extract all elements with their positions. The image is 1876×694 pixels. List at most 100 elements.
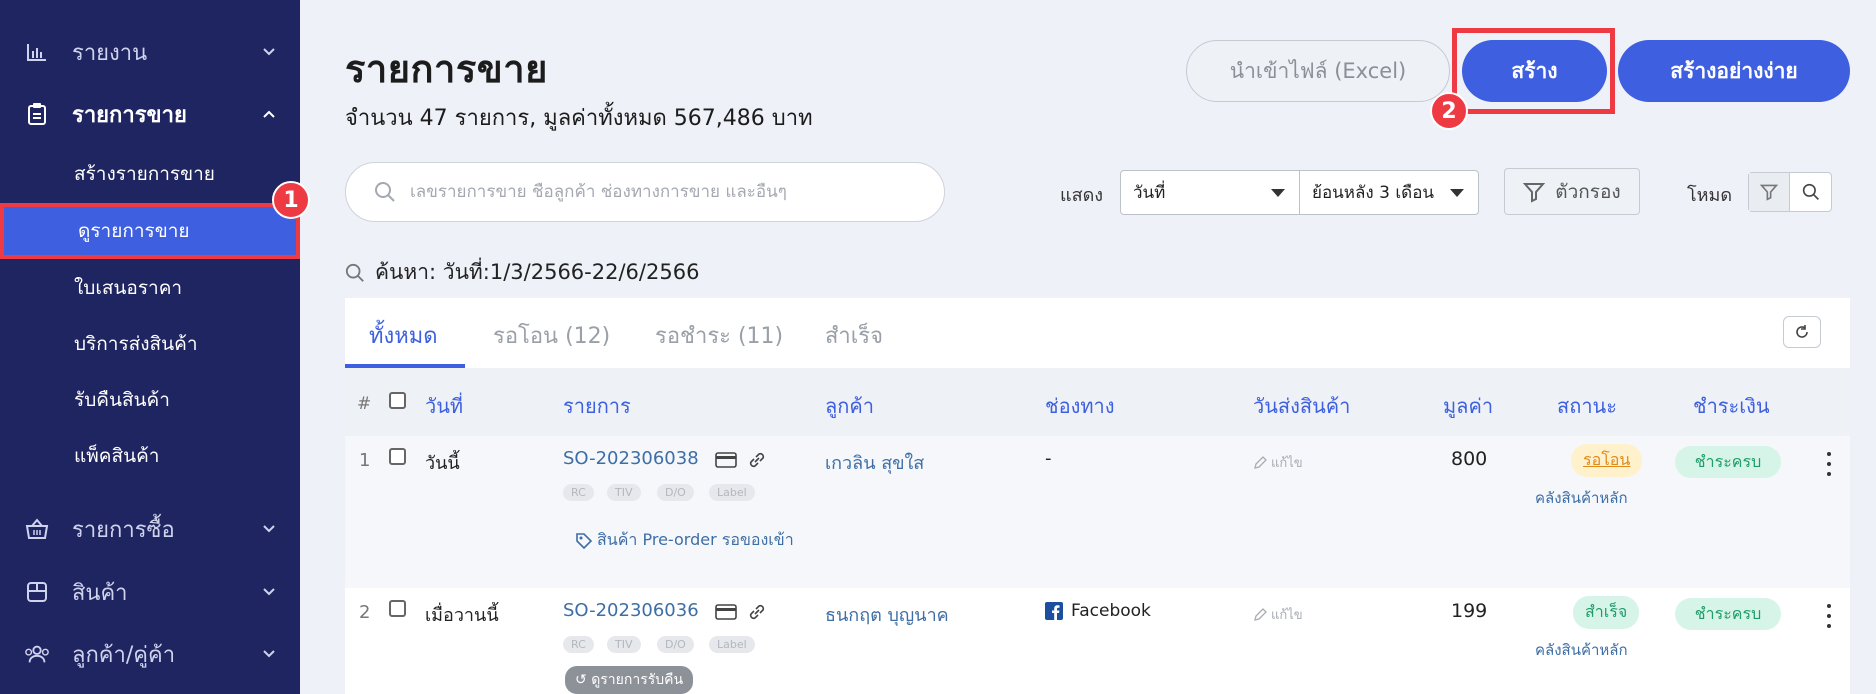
tab-awaiting-payment[interactable]: รอชำระ (11) bbox=[655, 318, 783, 353]
channel-facebook: Facebook bbox=[1045, 601, 1151, 621]
tag-rc[interactable]: RC bbox=[563, 484, 594, 501]
create-button[interactable]: สร้าง bbox=[1462, 40, 1607, 102]
tag-label[interactable]: Label bbox=[709, 636, 755, 653]
tab-all[interactable]: ทั้งหมด bbox=[369, 318, 438, 353]
view-returns-button[interactable]: ↺ ดูรายการรับคืน bbox=[565, 666, 694, 694]
undo-icon: ↺ bbox=[575, 672, 592, 688]
easy-create-button[interactable]: สร้างอย่างง่าย bbox=[1618, 40, 1850, 102]
row-channel: - bbox=[1045, 448, 1052, 469]
document-tags: RC TIV D/O Label bbox=[563, 636, 813, 656]
sidebar-sub-label: บริการส่งสินค้า bbox=[74, 333, 198, 355]
filter-icon bbox=[1760, 184, 1778, 201]
payment-badge: ชำระครบ bbox=[1675, 446, 1781, 478]
search-input[interactable] bbox=[410, 182, 910, 202]
select-all-checkbox[interactable] bbox=[389, 392, 406, 409]
table-row[interactable]: 2 เมื่อวานนี้ SO-202306036 RC TIV D/O La… bbox=[345, 588, 1850, 694]
status-badge[interactable]: สำเร็จ bbox=[1573, 596, 1640, 629]
sidebar-sub-shipping[interactable]: บริการส่งสินค้า bbox=[0, 320, 300, 368]
order-number-link[interactable]: SO-202306038 bbox=[563, 448, 699, 469]
sidebar-sub-create-sale[interactable]: สร้างรายการขาย bbox=[0, 150, 300, 198]
row-index: 1 bbox=[359, 450, 371, 471]
edit-icon bbox=[1254, 607, 1267, 621]
edit-label: แก้ไข bbox=[1271, 456, 1303, 471]
row-date: เมื่อวานนี้ bbox=[425, 605, 499, 626]
sidebar-item-reports[interactable]: รายงาน bbox=[0, 26, 300, 78]
mode-search-button[interactable] bbox=[1790, 173, 1831, 211]
col-payment[interactable]: ชำระเงิน bbox=[1693, 390, 1770, 422]
clipboard-icon bbox=[24, 101, 50, 127]
sidebar-sub-label: ใบเสนอราคา bbox=[74, 277, 183, 299]
sidebar-sub-quotation[interactable]: ใบเสนอราคา bbox=[0, 264, 300, 312]
annotation-badge-2: 2 bbox=[1430, 92, 1468, 130]
tag-tiv[interactable]: TIV bbox=[607, 484, 641, 501]
edit-label: แก้ไข bbox=[1271, 608, 1303, 623]
sidebar-item-label: สินค้า bbox=[72, 580, 128, 606]
col-customer[interactable]: ลูกค้า bbox=[825, 390, 874, 422]
col-value[interactable]: มูลค่า bbox=[1443, 390, 1493, 422]
col-hash: # bbox=[357, 394, 372, 414]
row-date: วันนี้ bbox=[425, 453, 460, 474]
sidebar-sub-packing[interactable]: แพ็คสินค้า bbox=[0, 432, 300, 480]
sidebar-item-purchases[interactable]: รายการซื้อ bbox=[0, 503, 300, 555]
edit-ship-date-button[interactable]: แก้ไข bbox=[1253, 604, 1303, 625]
sidebar-sub-returns[interactable]: รับคืนสินค้า bbox=[0, 376, 300, 424]
edit-ship-date-button[interactable]: แก้ไข bbox=[1253, 452, 1303, 473]
search-icon bbox=[345, 263, 364, 282]
row-checkbox[interactable] bbox=[389, 600, 406, 617]
row-actions-menu[interactable] bbox=[1819, 604, 1839, 628]
customer-link[interactable]: เกวลิน สุขใส bbox=[825, 448, 924, 477]
active-query: ค้นหา: วันที่:1/3/2566-22/6/2566 bbox=[345, 256, 699, 289]
search-icon bbox=[1802, 183, 1819, 200]
sidebar-sub-label: รับคืนสินค้า bbox=[74, 389, 170, 411]
warehouse-link[interactable]: คลังสินค้าหลัก bbox=[1535, 486, 1628, 510]
annotation-badge-1: 1 bbox=[272, 181, 310, 219]
date-range-select[interactable]: ย้อนหลัง 3 เดือน bbox=[1299, 170, 1479, 215]
status-badge[interactable]: รอโอน bbox=[1571, 444, 1643, 477]
col-status[interactable]: สถานะ bbox=[1557, 390, 1617, 422]
search-box bbox=[345, 162, 945, 222]
sidebar-item-products[interactable]: สินค้า bbox=[0, 566, 300, 618]
col-ship-date[interactable]: วันส่งสินค้า bbox=[1253, 390, 1350, 422]
filter-button[interactable]: ตัวกรอง bbox=[1504, 168, 1640, 215]
credit-card-icon[interactable] bbox=[715, 452, 737, 468]
order-number-link[interactable]: SO-202306036 bbox=[563, 600, 699, 621]
tab-completed[interactable]: สำเร็จ bbox=[825, 318, 883, 353]
row-actions-menu[interactable] bbox=[1819, 452, 1839, 476]
refresh-button[interactable] bbox=[1783, 316, 1821, 348]
col-date[interactable]: วันที่ bbox=[425, 390, 463, 422]
box-icon bbox=[24, 579, 50, 605]
sidebar-sub-label: สร้างรายการขาย bbox=[74, 163, 215, 185]
facebook-icon bbox=[1045, 602, 1063, 620]
payment-badge: ชำระครบ bbox=[1675, 598, 1781, 630]
row-checkbox[interactable] bbox=[389, 448, 406, 465]
row-channel: Facebook bbox=[1071, 601, 1151, 621]
edit-icon bbox=[1254, 455, 1267, 469]
sidebar-item-label: ลูกค้า/คู่ค้า bbox=[72, 642, 176, 668]
tag-do[interactable]: D/O bbox=[657, 484, 694, 501]
link-icon[interactable] bbox=[747, 450, 767, 470]
col-channel[interactable]: ช่องทาง bbox=[1045, 390, 1115, 422]
sidebar-item-customers[interactable]: ลูกค้า/คู่ค้า bbox=[0, 628, 300, 680]
sales-table-panel: ทั้งหมด รอโอน (12) รอชำระ (11) สำเร็จ # … bbox=[345, 298, 1850, 694]
import-excel-button[interactable]: นำเข้าไฟล์ (Excel) bbox=[1186, 40, 1450, 102]
tab-awaiting-transfer[interactable]: รอโอน (12) bbox=[493, 318, 610, 353]
sidebar-sub-label: แพ็คสินค้า bbox=[74, 445, 160, 467]
customer-link[interactable]: ธนกฤต บุญนาค bbox=[825, 600, 949, 629]
page-title: รายการขาย bbox=[345, 47, 548, 91]
search-icon bbox=[375, 182, 395, 202]
link-icon[interactable] bbox=[747, 602, 767, 622]
tag-tiv[interactable]: TIV bbox=[607, 636, 641, 653]
warehouse-link[interactable]: คลังสินค้าหลัก bbox=[1535, 638, 1628, 662]
tag-do[interactable]: D/O bbox=[657, 636, 694, 653]
table-row[interactable]: 1 วันนี้ SO-202306038 RC TIV D/O Label ส… bbox=[345, 436, 1850, 588]
mode-filter-button[interactable] bbox=[1749, 173, 1791, 211]
document-tags: RC TIV D/O Label bbox=[563, 484, 813, 504]
sidebar-item-sales[interactable]: รายการขาย bbox=[0, 88, 300, 140]
credit-card-icon[interactable] bbox=[715, 604, 737, 620]
tag-rc[interactable]: RC bbox=[563, 636, 594, 653]
date-type-select[interactable]: วันที่ bbox=[1120, 170, 1300, 215]
sidebar-sub-view-sales[interactable]: ดูรายการขาย bbox=[0, 203, 300, 259]
row-index: 2 bbox=[359, 602, 371, 623]
col-order[interactable]: รายการ bbox=[563, 390, 631, 422]
tag-label[interactable]: Label bbox=[709, 484, 755, 501]
